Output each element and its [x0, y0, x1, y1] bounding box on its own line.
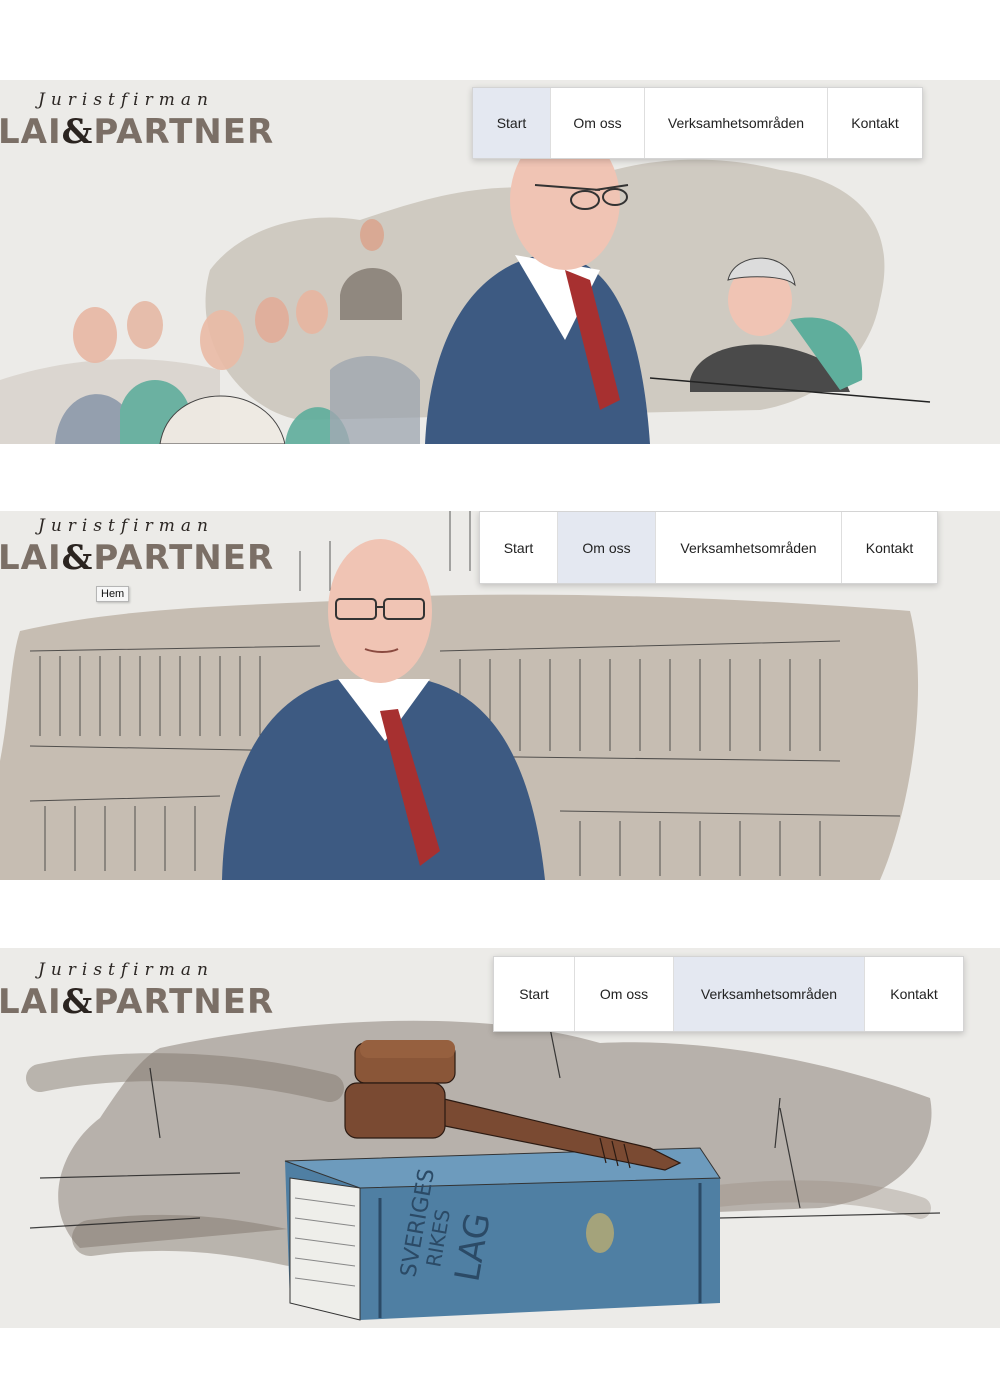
logo-wordmark: LAI&PARTNER — [0, 112, 275, 152]
nav-kontakt[interactable]: Kontakt — [842, 512, 937, 583]
logo-tagline: Juristfirman — [38, 90, 214, 110]
logo-tagline: Juristfirman — [38, 516, 214, 536]
nav-om-oss[interactable]: Om oss — [551, 88, 645, 158]
main-navigation: Start Om oss Verksamhetsområden Kontakt — [493, 956, 964, 1032]
nav-verksamhetsomraden[interactable]: Verksamhetsområden — [656, 512, 842, 583]
nav-start[interactable]: Start — [473, 88, 551, 158]
logo-tagline: Juristfirman — [38, 960, 214, 980]
home-tooltip: Hem — [96, 586, 130, 602]
nav-verksamhetsomraden[interactable]: Verksamhetsområden — [645, 88, 828, 158]
logo-wordmark: LAI&PARTNER — [0, 538, 275, 578]
hero-panel-om-oss: Juristfirman LAI&PARTNER Hem Start Om os… — [0, 511, 1000, 880]
hero-panel-verksamhetsomraden: SVERIGES RIKES LAG Juristfirman LAI&PART… — [0, 948, 1000, 1328]
nav-om-oss[interactable]: Om oss — [558, 512, 656, 583]
main-navigation: Start Om oss Verksamhetsområden Kontakt — [472, 87, 923, 159]
nav-start[interactable]: Start — [494, 957, 575, 1031]
hero-panel-start: Juristfirman LAI&PARTNER Start Om oss Ve… — [0, 80, 1000, 444]
nav-verksamhetsomraden[interactable]: Verksamhetsområden — [674, 957, 865, 1031]
main-navigation: Start Om oss Verksamhetsområden Kontakt — [479, 511, 938, 584]
nav-om-oss[interactable]: Om oss — [575, 957, 674, 1031]
logo-wordmark: LAI&PARTNER — [0, 982, 275, 1022]
nav-kontakt[interactable]: Kontakt — [828, 88, 922, 158]
nav-start[interactable]: Start — [480, 512, 558, 583]
nav-kontakt[interactable]: Kontakt — [865, 957, 963, 1031]
